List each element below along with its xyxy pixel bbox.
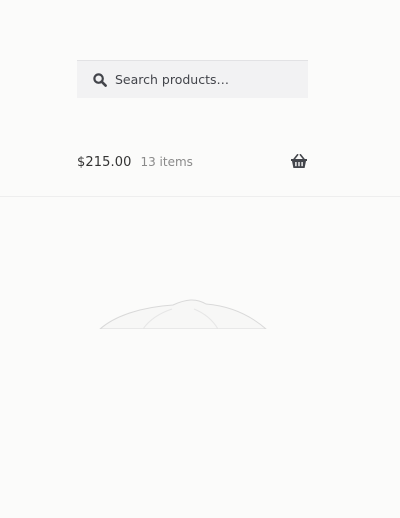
search-box[interactable]	[77, 60, 308, 98]
cart-item-count[interactable]: 13 items	[140, 155, 192, 169]
search-input[interactable]	[115, 69, 295, 90]
product-image[interactable]	[0, 197, 400, 518]
product-image-edge	[99, 299, 267, 329]
cart-summary[interactable]: $215.00 13 items	[77, 152, 308, 172]
search-icon	[92, 72, 108, 88]
cart-amount[interactable]: $215.00	[77, 155, 131, 170]
basket-icon[interactable]	[290, 153, 308, 169]
